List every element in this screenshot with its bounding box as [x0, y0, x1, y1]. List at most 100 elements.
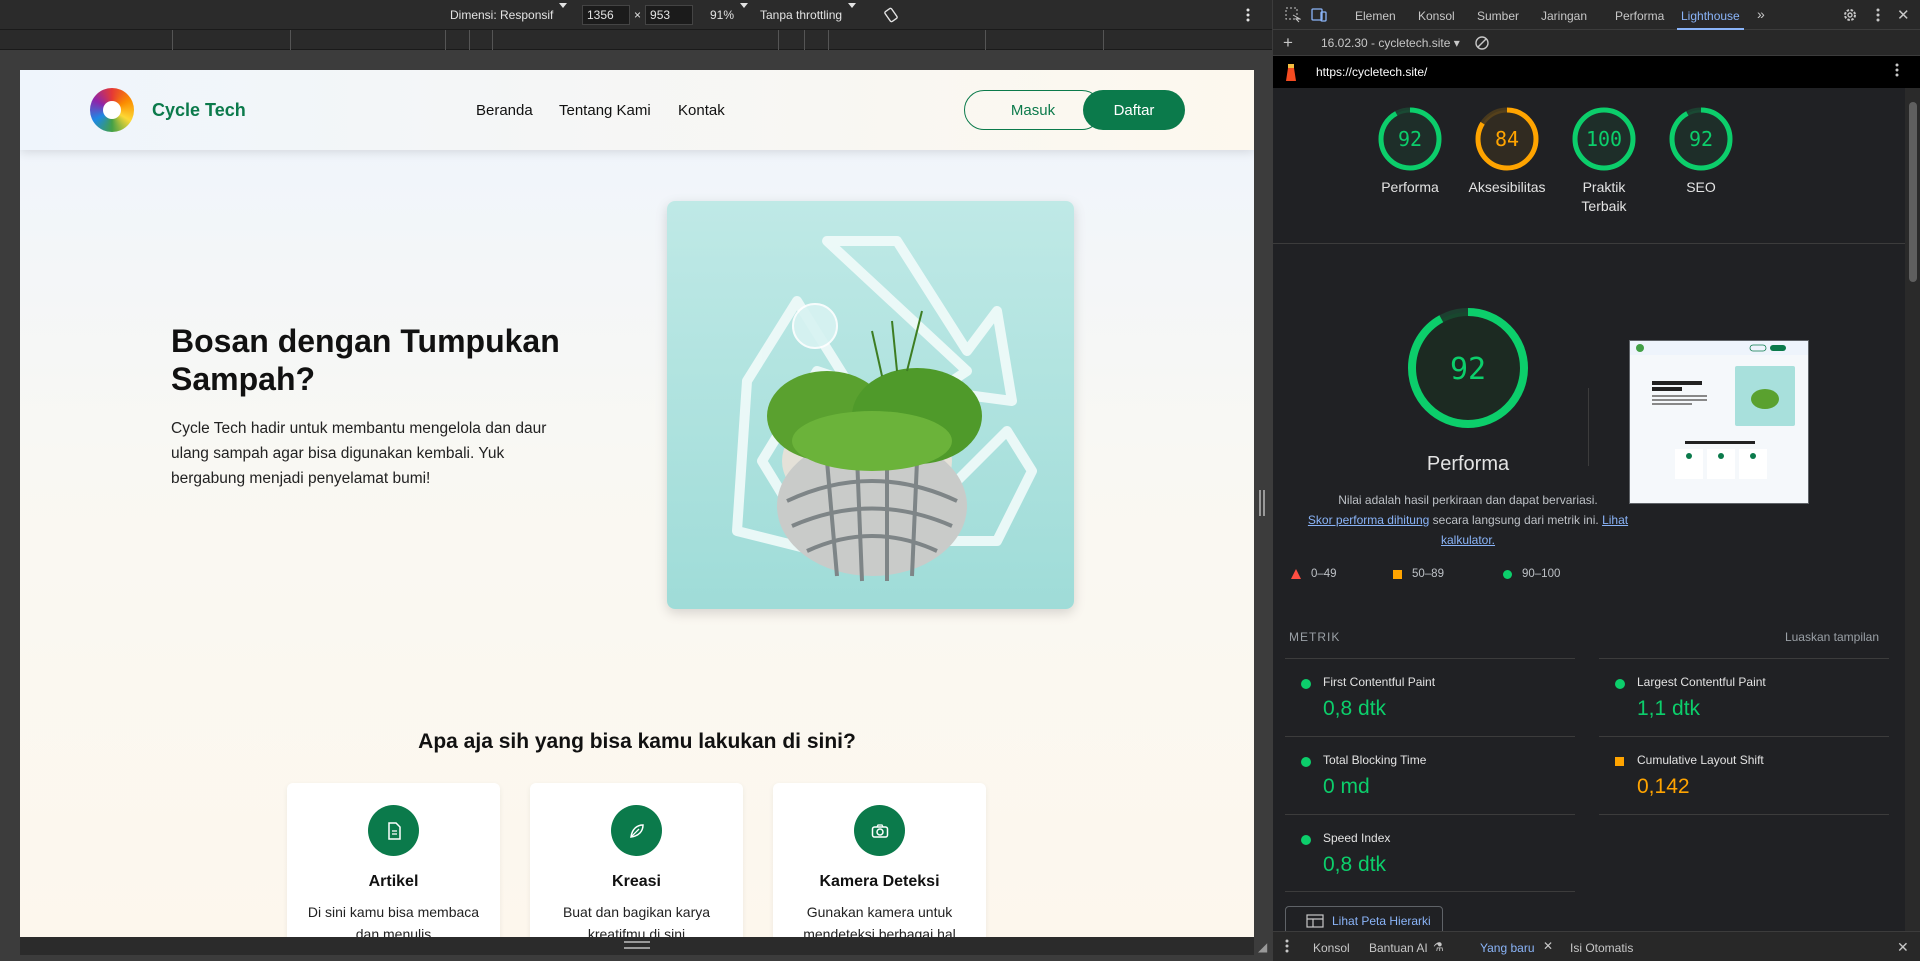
- gauge-label: Performa: [1381, 179, 1439, 195]
- nav-tentang-kami[interactable]: Tentang Kami: [559, 102, 651, 119]
- metric-tbt: Total Blocking Time 0 md: [1285, 736, 1575, 814]
- drawer-tab-bantuan-ai[interactable]: Bantuan AI: [1369, 941, 1428, 955]
- metric-si: Speed Index 0,8 dtk: [1285, 814, 1575, 892]
- viewport-bottom-resizer[interactable]: [20, 937, 1254, 955]
- score-gauge-praktik-terbaik[interactable]: 100 Praktik Terbaik: [1559, 106, 1649, 216]
- device-emulation-area: Dimensi: Responsif × 91% Tanpa throttlin…: [0, 0, 1272, 961]
- tab-konsol[interactable]: Konsol: [1418, 9, 1455, 23]
- metric-fcp: First Contentful Paint 0,8 dtk: [1285, 658, 1575, 736]
- legend-average: 50–89: [1393, 568, 1444, 580]
- viewport-side-resizer[interactable]: [1259, 490, 1265, 516]
- drawer-tab-konsol[interactable]: Konsol: [1313, 941, 1350, 955]
- customize-menu-icon[interactable]: [1876, 8, 1880, 25]
- device-viewport: Cycle Tech Beranda Tentang Kami Kontak M…: [20, 70, 1254, 937]
- feature-card-kreasi[interactable]: Kreasi Buat dan bagikan karya kreatifmu …: [530, 783, 743, 937]
- report-menu-icon[interactable]: [1895, 63, 1899, 80]
- metric-value: 0 md: [1323, 775, 1370, 798]
- card-description: Buat dan bagikan karya kreatifmu di sini: [562, 904, 711, 937]
- camera-icon: [854, 805, 905, 856]
- tab-elemen[interactable]: Elemen: [1355, 9, 1396, 23]
- drawer-tab-isi-otomatis[interactable]: Isi Otomatis: [1570, 941, 1633, 955]
- site-navbar: Cycle Tech Beranda Tentang Kami Kontak M…: [20, 70, 1254, 150]
- metric-value: 1,1 dtk: [1637, 697, 1701, 720]
- device-toolbar-icon[interactable]: [1311, 7, 1327, 26]
- dimension-dropdown[interactable]: Dimensi: Responsif: [450, 8, 567, 22]
- metric-divider: [1599, 814, 1889, 815]
- gauge-score: 84: [1495, 127, 1519, 151]
- document-icon: [368, 805, 419, 856]
- tab-lighthouse[interactable]: Lighthouse: [1677, 9, 1744, 30]
- brand-name[interactable]: Cycle Tech: [152, 100, 246, 121]
- final-screenshot-thumbnail[interactable]: [1629, 340, 1809, 504]
- metric-name: First Contentful Paint: [1323, 675, 1436, 689]
- inspect-element-icon[interactable]: [1285, 7, 1302, 26]
- times-sign: ×: [634, 8, 642, 22]
- score-gauge-seo[interactable]: 92 SEO: [1656, 106, 1746, 197]
- drawer-tab-yang-baru[interactable]: Yang baru: [1480, 941, 1535, 961]
- media-query-ruler: [0, 30, 1272, 50]
- expand-view-toggle[interactable]: Luaskan tampilan: [1785, 630, 1879, 644]
- treemap-icon: [1306, 914, 1324, 928]
- new-report-icon[interactable]: +: [1283, 33, 1293, 53]
- lighthouse-logo-icon: [1283, 62, 1299, 85]
- report-selector[interactable]: 16.02.30 - cycletech.site ▾: [1321, 36, 1460, 50]
- lighthouse-report: 92 Performa 84 Aksesibilitas 100 Praktik Terb…: [1273, 88, 1905, 931]
- metric-name: Total Blocking Time: [1323, 753, 1427, 767]
- website: Cycle Tech Beranda Tentang Kami Kontak M…: [20, 70, 1254, 937]
- settings-gear-icon[interactable]: [1842, 7, 1858, 26]
- score-gauge-performa[interactable]: 92 Performa: [1365, 106, 1455, 197]
- status-good-dot: [1301, 679, 1311, 689]
- report-url[interactable]: https://cycletech.site/: [1316, 65, 1427, 79]
- devtools-tab-bar: Elemen Konsol Sumber Jaringan Performa L…: [1273, 0, 1920, 30]
- resize-corner-icon[interactable]: ◢: [1258, 940, 1270, 954]
- legend-good: 90–100: [1503, 568, 1560, 580]
- cycle-tech-logo[interactable]: [90, 88, 134, 132]
- close-devtools-icon[interactable]: ✕: [1897, 6, 1910, 24]
- report-scrollbar[interactable]: [1905, 88, 1920, 931]
- width-input[interactable]: [582, 5, 630, 25]
- metrics-heading: METRIK: [1289, 630, 1341, 644]
- rotate-icon[interactable]: [882, 0, 900, 30]
- register-button[interactable]: Daftar: [1083, 90, 1185, 130]
- browser-window: Dimensi: Responsif × 91% Tanpa throttlin…: [0, 0, 1920, 961]
- card-title: Kamera Deteksi: [819, 873, 940, 890]
- flask-icon: ⚗: [1433, 940, 1444, 954]
- gauge-score: 92: [1450, 352, 1486, 387]
- view-treemap-button[interactable]: Lihat Peta Hierarki: [1285, 906, 1443, 931]
- score-calculation-link[interactable]: Skor performa dihitung: [1308, 513, 1429, 527]
- zoom-dropdown[interactable]: 91%: [710, 8, 748, 22]
- gauge-label: Aksesibilitas: [1468, 179, 1546, 195]
- card-title: Kreasi: [612, 873, 661, 890]
- emulation-toolbar: Dimensi: Responsif × 91% Tanpa throttlin…: [0, 0, 1272, 30]
- clear-reports-icon[interactable]: [1474, 35, 1490, 54]
- login-button[interactable]: Masuk: [964, 90, 1102, 130]
- main-performance-gauge[interactable]: 92: [1368, 306, 1568, 435]
- metric-name: Speed Index: [1323, 831, 1391, 845]
- gauge-score: 100: [1586, 127, 1622, 151]
- close-drawer-icon[interactable]: ✕: [1897, 939, 1909, 956]
- more-tabs-icon[interactable]: »: [1757, 6, 1765, 22]
- nav-beranda[interactable]: Beranda: [476, 102, 533, 119]
- card-description: Di sini kamu bisa membaca dan menulis: [307, 904, 480, 937]
- metric-value: 0,8 dtk: [1323, 853, 1387, 876]
- close-tab-icon[interactable]: ✕: [1543, 939, 1553, 953]
- hero-image: [667, 201, 1074, 609]
- feature-card-kamera-deteksi[interactable]: Kamera Deteksi Gunakan kamera untuk mend…: [773, 783, 986, 937]
- nav-kontak[interactable]: Kontak: [678, 102, 725, 119]
- drawer-menu-icon[interactable]: [1285, 939, 1289, 956]
- report-url-bar: https://cycletech.site/: [1273, 56, 1920, 88]
- status-average-square: [1615, 757, 1624, 766]
- throttling-dropdown[interactable]: Tanpa throttling: [760, 8, 856, 22]
- hero-title: Bosan dengan Tumpukan Sampah?: [171, 323, 560, 397]
- status-good-dot: [1615, 679, 1625, 689]
- main-gauge-label: Performa: [1426, 453, 1510, 475]
- feature-card-artikel[interactable]: Artikel Di sini kamu bisa membaca dan me…: [287, 783, 500, 937]
- tab-jaringan[interactable]: Jaringan: [1541, 9, 1587, 23]
- more-options-icon[interactable]: [1246, 0, 1250, 30]
- metric-value: 0,142: [1637, 775, 1690, 798]
- gauge-score: 92: [1689, 127, 1713, 151]
- score-gauge-aksesibilitas[interactable]: 84 Aksesibilitas: [1462, 106, 1552, 197]
- height-input[interactable]: [645, 5, 694, 25]
- tab-sumber[interactable]: Sumber: [1477, 9, 1519, 23]
- tab-performa[interactable]: Performa: [1615, 9, 1664, 23]
